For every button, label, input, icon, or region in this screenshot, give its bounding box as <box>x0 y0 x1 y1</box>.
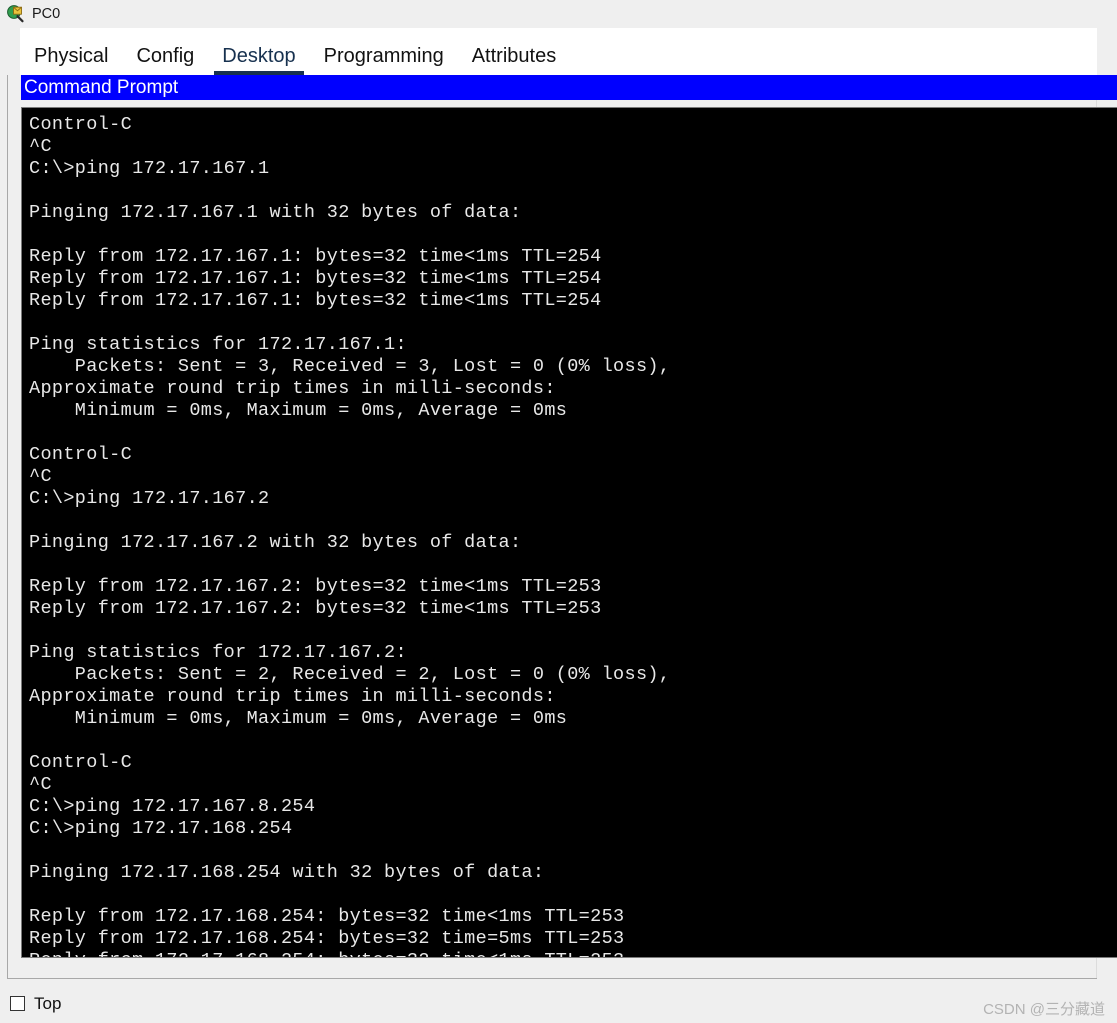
tab-physical[interactable]: Physical <box>20 46 122 75</box>
terminal-line: Reply from 172.17.168.254: bytes=32 time… <box>29 950 1117 957</box>
terminal-line: Approximate round trip times in milli-se… <box>29 378 556 399</box>
terminal-line: Pinging 172.17.167.2 with 32 bytes of da… <box>29 532 522 553</box>
terminal-line: Reply from 172.17.167.1: bytes=32 time<1… <box>29 290 602 311</box>
tab-programming[interactable]: Programming <box>310 46 458 75</box>
terminal-line: Ping statistics for 172.17.167.1: <box>29 334 407 355</box>
terminal-line: Reply from 172.17.167.2: bytes=32 time<1… <box>29 576 602 597</box>
terminal-line: Reply from 172.17.168.254: bytes=32 time… <box>29 928 625 949</box>
tab-desktop[interactable]: Desktop <box>208 46 309 75</box>
terminal-line: Approximate round trip times in milli-se… <box>29 686 556 707</box>
terminal-line: ^C <box>29 774 52 795</box>
terminal-line: Packets: Sent = 3, Received = 3, Lost = … <box>29 356 671 377</box>
terminal-line: Reply from 172.17.168.254: bytes=32 time… <box>29 906 625 927</box>
top-checkbox[interactable] <box>10 996 25 1011</box>
top-checkbox-group[interactable]: Top <box>10 995 61 1012</box>
window-title: PC0 <box>32 5 61 22</box>
tab-attributes[interactable]: Attributes <box>458 46 570 75</box>
packet-tracer-pc-icon <box>6 4 26 24</box>
device-tabs: Physical Config Desktop Programming Attr… <box>20 28 1097 75</box>
window-footer: Top CSDN @三分藏道 <box>0 978 1117 1023</box>
terminal-line: ^C <box>29 466 52 487</box>
terminal-line: Packets: Sent = 2, Received = 2, Lost = … <box>29 664 671 685</box>
terminal-line: Ping statistics for 172.17.167.2: <box>29 642 407 663</box>
terminal-output[interactable]: Control-C ^C C:\>ping 172.17.167.1 Pinging … <box>22 108 1117 957</box>
csdn-watermark: CSDN @三分藏道 <box>983 1001 1105 1018</box>
window-titlebar: PC0 <box>0 0 1117 28</box>
terminal-line: Minimum = 0ms, Maximum = 0ms, Average = … <box>29 708 568 729</box>
terminal-line: Control-C <box>29 444 133 465</box>
desktop-panel: Command Prompt Control-C ^C C:\>ping 172.1… <box>7 75 1117 978</box>
terminal-line: C:\>ping 172.17.167.2 <box>29 488 270 509</box>
footer-divider <box>7 978 1097 979</box>
terminal-line: Reply from 172.17.167.1: bytes=32 time<1… <box>29 268 602 289</box>
command-prompt-terminal[interactable]: Control-C ^C C:\>ping 172.17.167.1 Pinging … <box>21 107 1117 958</box>
terminal-line: C:\>ping 172.17.168.254 <box>29 818 293 839</box>
top-checkbox-label: Top <box>34 994 62 1013</box>
terminal-line: Control-C <box>29 752 133 773</box>
terminal-line: Reply from 172.17.167.1: bytes=32 time<1… <box>29 246 602 267</box>
terminal-line: ^C <box>29 136 52 157</box>
tabstrip-container: Physical Config Desktop Programming Attr… <box>0 28 1117 75</box>
terminal-line: Minimum = 0ms, Maximum = 0ms, Average = … <box>29 400 568 421</box>
terminal-line: C:\>ping 172.17.167.1 <box>29 158 270 179</box>
terminal-line: Pinging 172.17.168.254 with 32 bytes of … <box>29 862 545 883</box>
terminal-line: Reply from 172.17.167.2: bytes=32 time<1… <box>29 598 602 619</box>
tab-config[interactable]: Config <box>122 46 208 75</box>
terminal-line: C:\>ping 172.17.167.8.254 <box>29 796 316 817</box>
command-prompt-header: Command Prompt <box>21 75 1117 100</box>
terminal-line: Pinging 172.17.167.1 with 32 bytes of da… <box>29 202 522 223</box>
terminal-line: Control-C <box>29 114 133 135</box>
